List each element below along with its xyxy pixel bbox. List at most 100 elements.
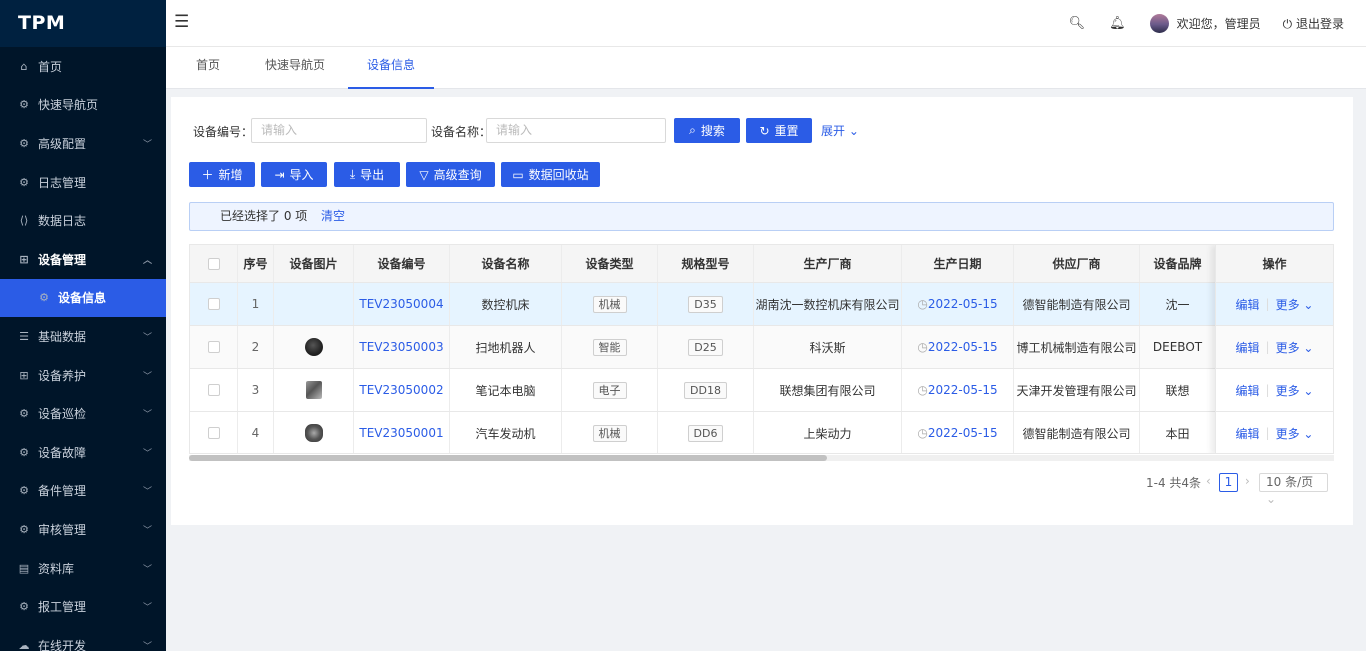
sidebar-item-4[interactable]: ⟨⟩ 数据日志 bbox=[0, 201, 166, 240]
advanced-query-button[interactable]: ▽ 高级查询 bbox=[406, 162, 495, 187]
header-checkbox-cell bbox=[190, 245, 238, 282]
sidebar-item-7[interactable]: ☰ 基础数据 ﹀ bbox=[0, 317, 166, 356]
select-all-checkbox[interactable] bbox=[207, 257, 220, 270]
sidebar-item-11[interactable]: ⚙ 备件管理 ﹀ bbox=[0, 472, 166, 511]
clear-selection-link[interactable]: 清空 bbox=[321, 203, 345, 230]
device-code-link[interactable]: TEV23050001 bbox=[354, 412, 450, 453]
device-image-cell bbox=[274, 412, 354, 453]
sidebar-item-12[interactable]: ⚙ 审核管理 ﹀ bbox=[0, 510, 166, 549]
tab-home[interactable]: 首页 bbox=[196, 47, 220, 89]
edit-link[interactable]: 编辑 bbox=[1236, 296, 1260, 313]
search-icon[interactable]: 🔍︎ bbox=[1069, 16, 1086, 31]
sidebar-item-1[interactable]: ⚙ 快速导航页 bbox=[0, 86, 166, 125]
device-name-input[interactable]: 请输入 bbox=[486, 118, 666, 143]
cloud-icon: ☁ bbox=[18, 638, 30, 651]
row-checkbox[interactable] bbox=[207, 341, 220, 353]
device-table: 序号 设备图片 设备编号 设备名称 设备类型 规格型号 生产厂商 生产日期 供应厂商 设备品牌 1… bbox=[189, 244, 1334, 454]
sidebar-item-2[interactable]: ⚙ 高级配置 ﹀ bbox=[0, 124, 166, 163]
device-type-tag: 机械 bbox=[592, 295, 627, 313]
row-checkbox[interactable] bbox=[207, 384, 220, 396]
row-checkbox[interactable] bbox=[207, 427, 220, 439]
gear-icon: ⚙ bbox=[19, 445, 29, 459]
sidebar-item-8[interactable]: ⊞ 设备养护 ﹀ bbox=[0, 356, 166, 395]
page-size-select[interactable]: 10 条/页 ⌄ bbox=[1259, 473, 1328, 506]
import-button[interactable]: ⇥ 导入 bbox=[261, 162, 327, 187]
sidebar-item-5[interactable]: ⊞ 设备管理 ︿ bbox=[0, 240, 166, 279]
horizontal-scrollbar[interactable] bbox=[189, 455, 1334, 461]
tab-device-info[interactable]: 设备信息 bbox=[348, 47, 435, 89]
table-row[interactable]: 2 TEV23050003 扫地机器人 智能 D25 科沃斯 ◷ 2022-05-15 博工机… bbox=[190, 326, 1333, 369]
device-code-label: 设备编号： bbox=[193, 125, 254, 139]
welcome-text[interactable]: 欢迎您，管理员 bbox=[1177, 15, 1261, 32]
recycle-icon: ▭ bbox=[512, 167, 524, 182]
sidebar-item-0[interactable]: ⌂ 首页 bbox=[0, 47, 166, 86]
more-label: 更多 bbox=[1275, 426, 1300, 441]
more-dropdown[interactable]: 更多 ⌄ bbox=[1276, 382, 1314, 399]
avatar[interactable] bbox=[1149, 14, 1169, 33]
manufacturer: 湖南沈一数控机床有限公司 bbox=[754, 283, 902, 325]
recycle-bin-label: 数据回收站 bbox=[528, 168, 589, 182]
device-image-laptop[interactable] bbox=[305, 381, 322, 399]
sidebar-item-15[interactable]: ☁ 在线开发 ﹀ bbox=[0, 626, 166, 651]
table-row[interactable]: 3 TEV23050002 笔记本电脑 电子 DD18 联想集团有限公司 ◷ 2022-05… bbox=[190, 369, 1333, 412]
sidebar-item-10[interactable]: ⚙ 设备故障 ﹀ bbox=[0, 433, 166, 472]
more-dropdown[interactable]: 更多 ⌄ bbox=[1276, 425, 1314, 442]
brand: 联想 bbox=[1140, 369, 1216, 411]
sidebar-item-14[interactable]: ⚙ 报工管理 ﹀ bbox=[0, 587, 166, 626]
device-type-cell: 机械 bbox=[562, 412, 658, 453]
sidebar-item-6[interactable]: ⚙ 设备信息 bbox=[0, 278, 166, 318]
sidebar-item-label: 数据日志 bbox=[38, 214, 87, 229]
column-header: 序号 bbox=[238, 245, 274, 282]
chevron-down-icon: ﹀ bbox=[142, 410, 152, 421]
device-name-label: 设备名称： bbox=[431, 125, 492, 139]
prev-page-icon[interactable]: ‹ bbox=[1206, 474, 1211, 488]
reset-button[interactable]: ↻ 重置 bbox=[746, 118, 812, 143]
row-checkbox[interactable] bbox=[207, 298, 220, 310]
code-icon: ⟨⟩ bbox=[19, 214, 29, 228]
reset-button-label: 重置 bbox=[774, 124, 799, 138]
table-row[interactable]: 4 TEV23050001 汽车发动机 机械 DD6 上柴动力 ◷ 2022-05-15 德智… bbox=[190, 412, 1333, 453]
header-actions: 🔍︎ 🔔︎ 欢迎您，管理员 ⏻ 退出登录 bbox=[1045, 0, 1344, 47]
device-code-link[interactable]: TEV23050003 bbox=[354, 326, 450, 368]
search-button[interactable]: ⌕ 搜索 bbox=[674, 118, 740, 143]
recycle-bin-button[interactable]: ▭ 数据回收站 bbox=[501, 162, 600, 187]
edit-link[interactable]: 编辑 bbox=[1236, 425, 1260, 442]
export-button[interactable]: ⤓ 导出 bbox=[334, 162, 400, 187]
add-button[interactable]: ＋ 新增 bbox=[189, 162, 255, 187]
column-header: 生产厂商 bbox=[754, 245, 902, 282]
page-1[interactable]: 1 bbox=[1219, 473, 1238, 492]
next-page-icon[interactable]: › bbox=[1245, 474, 1250, 488]
edit-link[interactable]: 编辑 bbox=[1236, 339, 1260, 356]
device-image-engine[interactable] bbox=[304, 424, 323, 442]
import-button-label: 导入 bbox=[289, 168, 314, 182]
device-code-link[interactable]: TEV23050004 bbox=[354, 283, 450, 325]
expand-link[interactable]: 展开 ⌄ bbox=[821, 122, 859, 139]
chevron-down-icon: ﹀ bbox=[142, 525, 152, 536]
sidebar-item-label: 设备故障 bbox=[38, 445, 87, 460]
search-icon: ⌕ bbox=[689, 123, 696, 137]
device-code-input[interactable]: 请输入 bbox=[251, 118, 427, 143]
more-dropdown[interactable]: 更多 ⌄ bbox=[1276, 339, 1314, 356]
device-image-cell bbox=[274, 283, 354, 325]
device-image-cell bbox=[274, 369, 354, 411]
scrollbar-thumb[interactable] bbox=[189, 455, 827, 461]
logout-button[interactable]: ⏻ 退出登录 bbox=[1283, 15, 1344, 32]
sidebar-item-9[interactable]: ⚙ 设备巡检 ﹀ bbox=[0, 394, 166, 433]
chevron-down-icon: ⌄ bbox=[1299, 297, 1314, 312]
tab-quick-nav[interactable]: 快速导航页 bbox=[265, 47, 325, 89]
bell-icon[interactable]: 🔔︎ bbox=[1109, 16, 1126, 31]
table-row[interactable]: 1 TEV23050004 数控机床 机械 D35 湖南沈一数控机床有限公司 ◷ 2022-… bbox=[190, 283, 1333, 326]
device-type-cell: 电子 bbox=[562, 369, 658, 411]
more-dropdown[interactable]: 更多 ⌄ bbox=[1276, 296, 1314, 313]
sidebar-item-13[interactable]: ▤ 资料库 ﹀ bbox=[0, 549, 166, 588]
divider: | bbox=[1265, 426, 1270, 440]
device-name: 扫地机器人 bbox=[450, 326, 562, 368]
device-code-link[interactable]: TEV23050002 bbox=[354, 369, 450, 411]
edit-link[interactable]: 编辑 bbox=[1236, 382, 1260, 399]
sidebar-item-3[interactable]: ⚙ 日志管理 bbox=[0, 163, 166, 202]
menu-fold-icon[interactable]: ☰ bbox=[174, 12, 189, 32]
add-button-label: 新增 bbox=[218, 168, 243, 182]
device-image-robot-vacuum[interactable] bbox=[304, 338, 323, 356]
logout-label: 退出登录 bbox=[1295, 17, 1344, 31]
search-button-label: 搜索 bbox=[700, 124, 725, 138]
